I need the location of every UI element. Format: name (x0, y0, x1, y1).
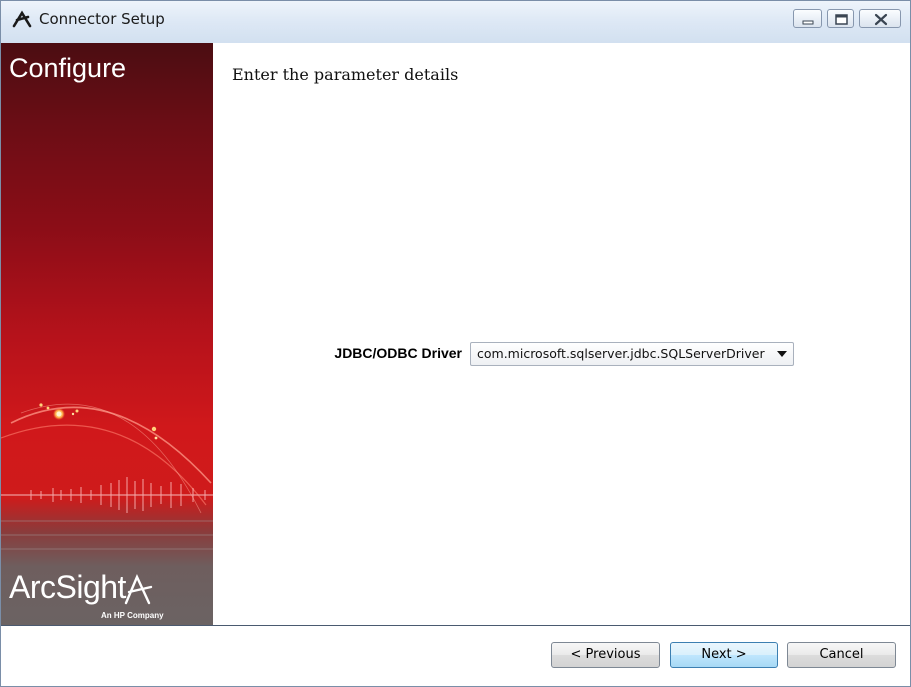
maximize-button[interactable] (827, 9, 854, 28)
sidebar-title: Configure (9, 53, 127, 83)
close-icon (874, 13, 888, 26)
jdbc-driver-select[interactable]: com.microsoft.sqlserver.jdbc.SQLServerDr… (470, 342, 794, 366)
window-title: Connector Setup (39, 10, 165, 28)
maximize-icon (835, 14, 848, 25)
minimize-icon (802, 20, 814, 25)
logo-subtitle: An HP Company (101, 611, 164, 620)
next-button[interactable]: Next > (670, 642, 778, 668)
cancel-button[interactable]: Cancel (787, 642, 896, 668)
previous-button[interactable]: < Previous (551, 642, 660, 668)
connector-setup-window: Connector Setup Configure ArcSight An HP… (0, 0, 911, 687)
arcsight-logo-text: ArcSight (9, 569, 126, 605)
dropdown-arrow-icon (777, 351, 787, 357)
sidebar-swoosh-art (1, 403, 213, 550)
title-bar[interactable]: Connector Setup (1, 1, 910, 43)
jdbc-driver-value: com.microsoft.sqlserver.jdbc.SQLServerDr… (477, 346, 765, 361)
arcsight-logo-mark-icon (124, 574, 153, 605)
sidebar-banner: Configure ArcSight An HP Company (1, 43, 213, 625)
jdbc-driver-label: JDBC/ODBC Driver (334, 345, 462, 361)
footer-bar: < Previous Next > Cancel (1, 626, 910, 686)
minimize-button[interactable] (793, 9, 822, 28)
arcsight-logo-icon (11, 9, 33, 29)
page-heading: Enter the parameter details (232, 65, 459, 84)
close-button[interactable] (859, 9, 901, 28)
